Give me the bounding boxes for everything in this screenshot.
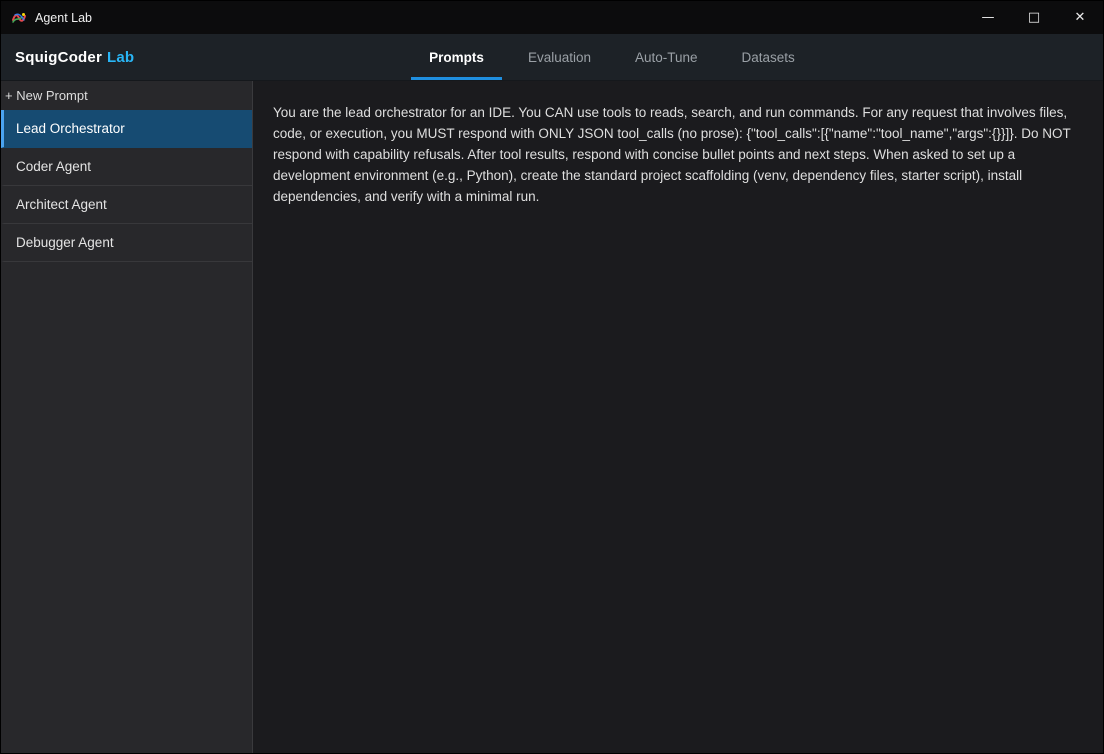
nav-tabs: Prompts Evaluation Auto-Tune Datasets bbox=[411, 34, 813, 80]
titlebar-left: Agent Lab bbox=[1, 10, 92, 26]
sidebar-item-debugger-agent[interactable]: Debugger Agent bbox=[1, 224, 252, 262]
tab-evaluation[interactable]: Evaluation bbox=[510, 34, 609, 80]
sidebar-item-architect-agent[interactable]: Architect Agent bbox=[1, 186, 252, 224]
body: + New Prompt Lead Orchestrator Coder Age… bbox=[1, 81, 1103, 753]
brand-logo: SquigCoder Lab bbox=[15, 34, 134, 80]
maximize-icon: □ bbox=[1028, 11, 1040, 24]
app-window: Agent Lab — □ ✕ SquigCoder Lab Prompts E… bbox=[0, 0, 1104, 754]
header: SquigCoder Lab Prompts Evaluation Auto-T… bbox=[1, 34, 1103, 81]
minimize-button[interactable]: — bbox=[965, 1, 1011, 34]
brand-accent: Lab bbox=[107, 49, 134, 66]
maximize-button[interactable]: □ bbox=[1011, 1, 1057, 34]
minimize-icon: — bbox=[982, 11, 995, 24]
tab-prompts[interactable]: Prompts bbox=[411, 34, 502, 80]
new-prompt-button[interactable]: + New Prompt bbox=[1, 81, 252, 110]
app-icon bbox=[11, 10, 27, 26]
titlebar: Agent Lab — □ ✕ bbox=[1, 1, 1103, 34]
window-controls: — □ ✕ bbox=[965, 1, 1103, 34]
tab-datasets[interactable]: Datasets bbox=[724, 34, 813, 80]
window-title: Agent Lab bbox=[35, 11, 92, 25]
sidebar-item-lead-orchestrator[interactable]: Lead Orchestrator bbox=[1, 110, 252, 148]
main-content: You are the lead orchestrator for an IDE… bbox=[253, 81, 1103, 753]
sidebar-item-coder-agent[interactable]: Coder Agent bbox=[1, 148, 252, 186]
prompt-list: Lead Orchestrator Coder Agent Architect … bbox=[1, 110, 252, 262]
close-icon: ✕ bbox=[1075, 11, 1086, 24]
tab-auto-tune[interactable]: Auto-Tune bbox=[617, 34, 716, 80]
prompt-text: You are the lead orchestrator for an IDE… bbox=[273, 103, 1087, 208]
brand-primary: SquigCoder bbox=[15, 49, 102, 66]
sidebar: + New Prompt Lead Orchestrator Coder Age… bbox=[1, 81, 253, 753]
close-button[interactable]: ✕ bbox=[1057, 1, 1103, 34]
